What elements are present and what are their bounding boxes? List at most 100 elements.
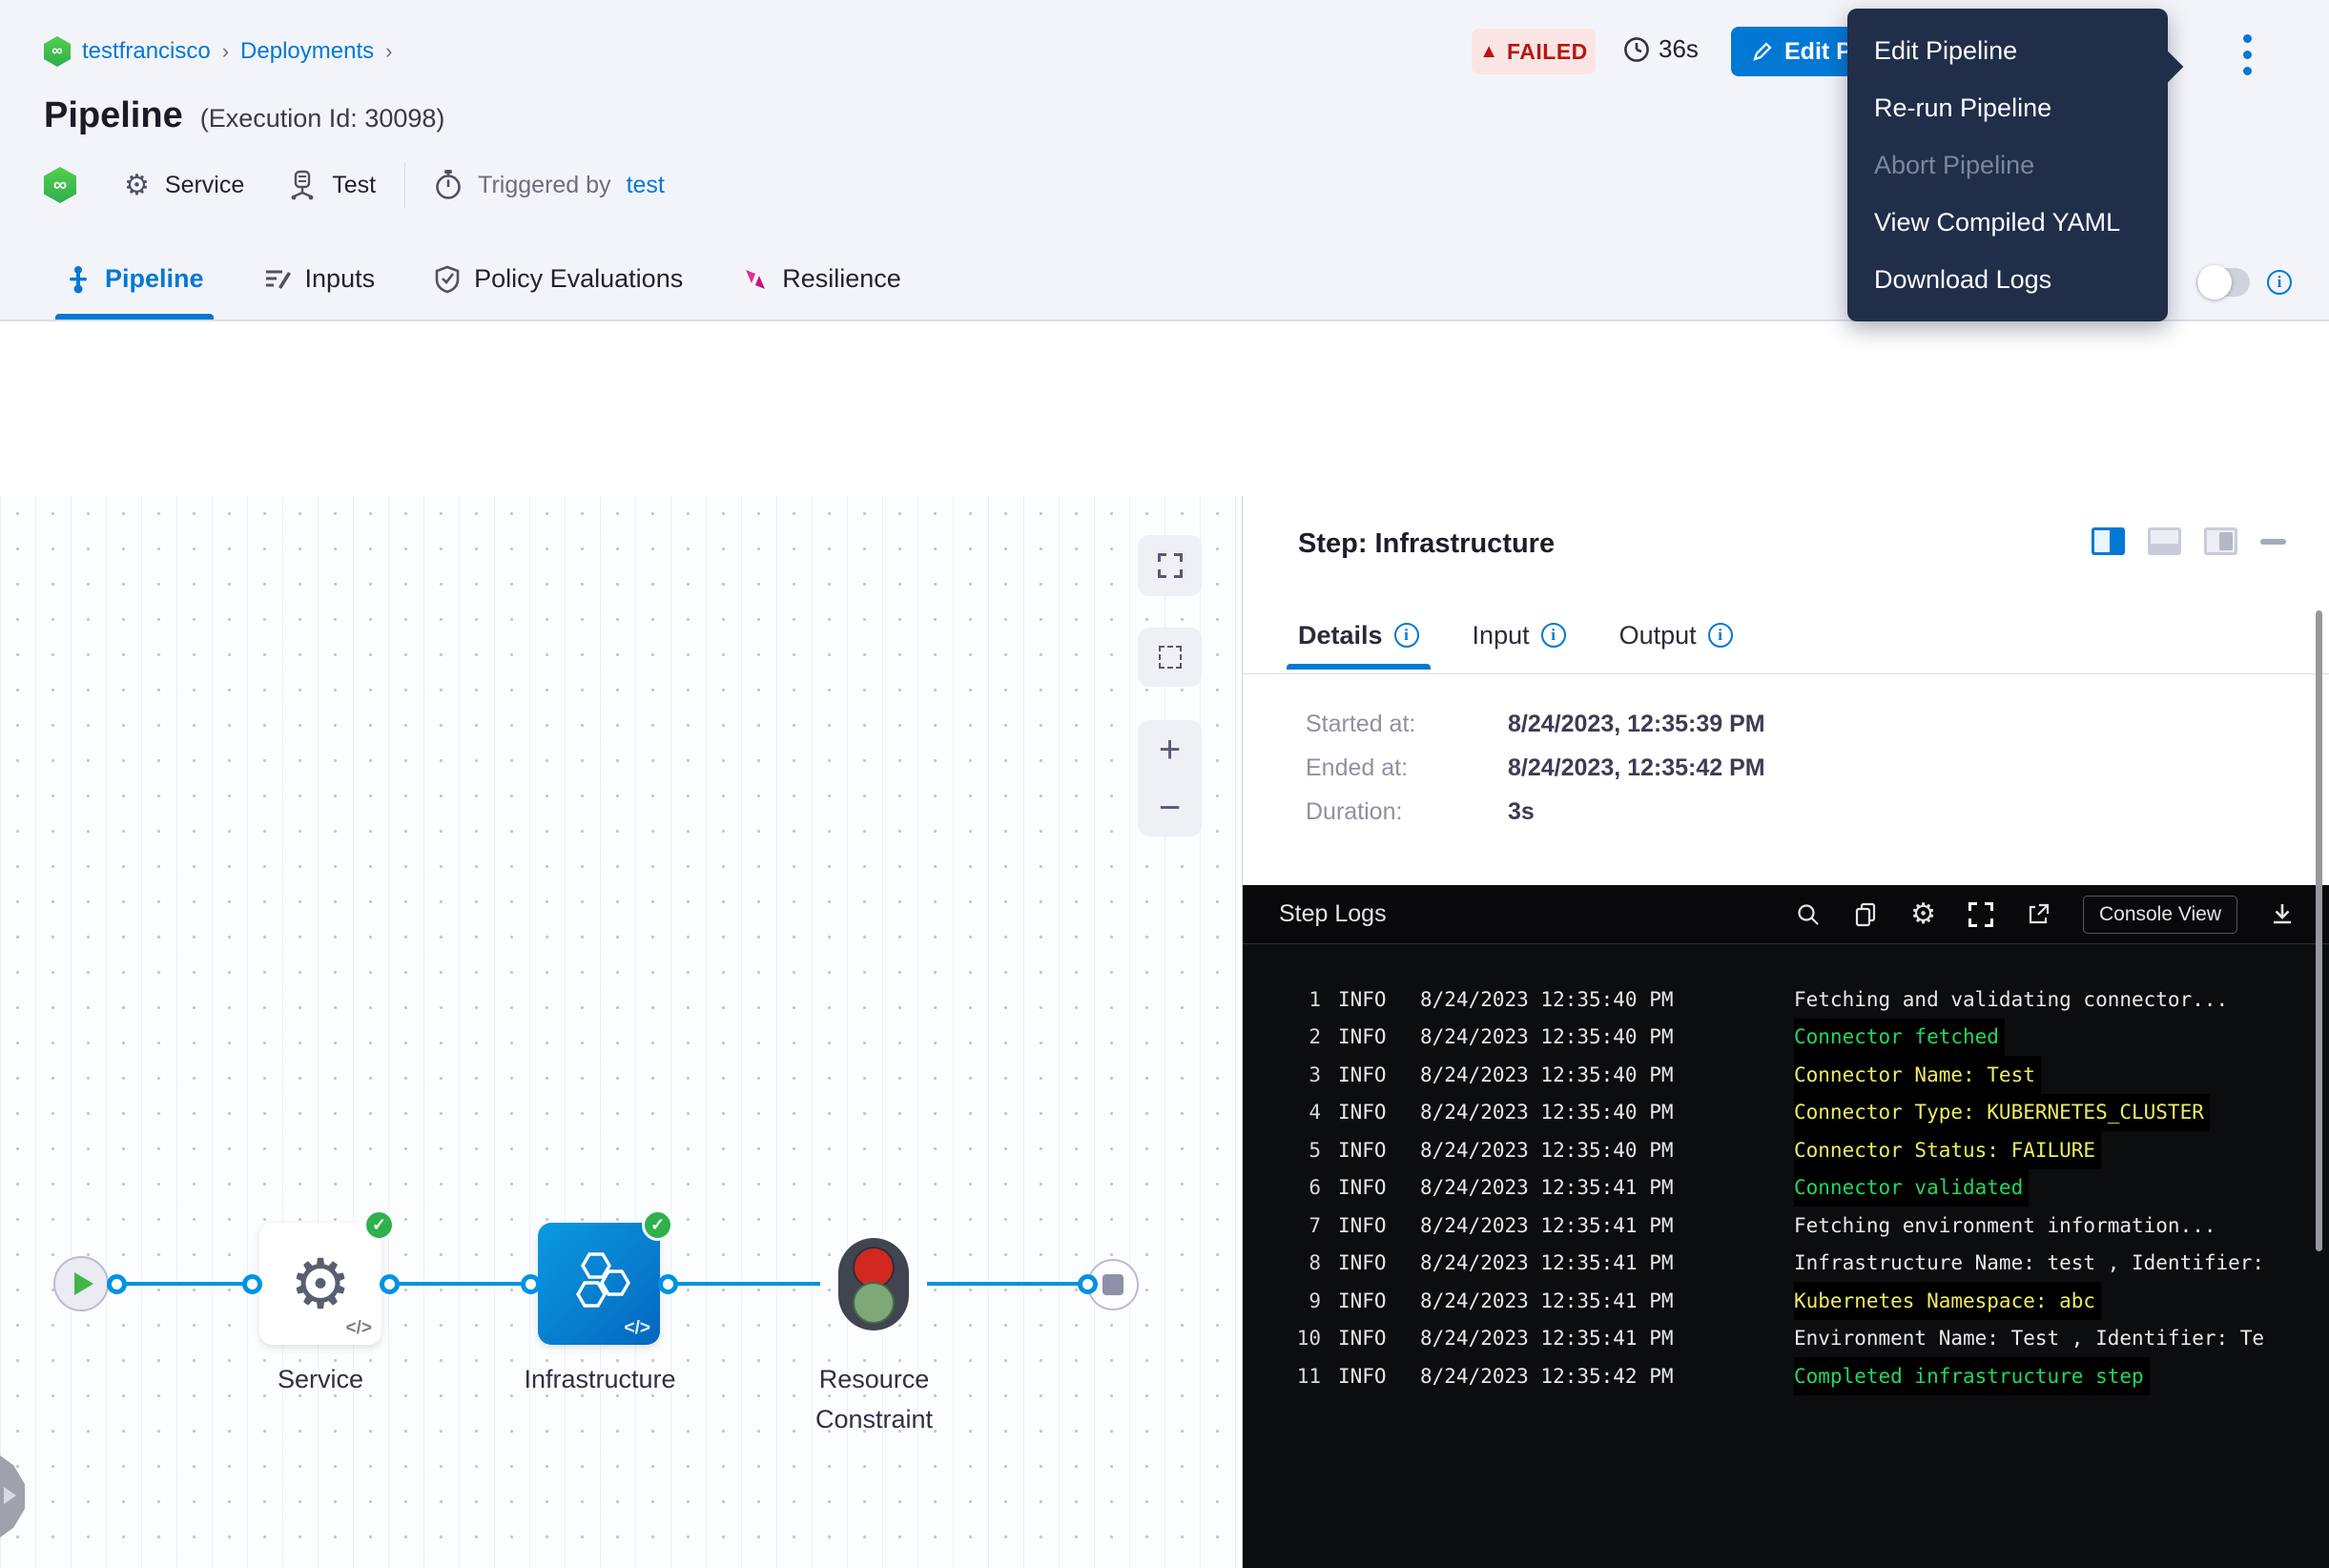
menu-item-abort-pipeline[interactable]: Abort Pipeline bbox=[1847, 136, 2168, 194]
breadcrumb-deployments-link[interactable]: Deployments bbox=[240, 38, 374, 65]
settings-gear-icon[interactable]: ⚙ bbox=[1910, 897, 1936, 931]
pipeline-tab-icon bbox=[65, 265, 92, 294]
triggered-by-user-link[interactable]: test bbox=[627, 172, 665, 199]
bottom-view-icon[interactable] bbox=[2148, 527, 2181, 555]
node-resource-constraint[interactable] bbox=[838, 1238, 909, 1331]
search-icon[interactable] bbox=[1796, 902, 1821, 927]
stage-summary-bar: deploy Started at: 8/24/2023, 12:35:11 P… bbox=[0, 321, 2329, 496]
field-started-at: Started at: 8/24/2023, 12:35:39 PM bbox=[1306, 711, 1765, 738]
step-detail-tabs: Detailsi Inputi Outputi bbox=[1298, 601, 1733, 670]
external-link-icon[interactable] bbox=[2026, 902, 2051, 927]
log-line: 10INFO8/24/2023 12:35:41 PMEnvironment N… bbox=[1243, 1320, 2329, 1358]
step-logs-panel: Step Logs ⚙ Console View 1INFO8/24/2023 … bbox=[1243, 885, 2329, 1568]
expand-fullscreen-icon[interactable] bbox=[1968, 902, 1993, 927]
menu-item-rerun-pipeline[interactable]: Re-run Pipeline bbox=[1847, 79, 2168, 136]
port bbox=[1078, 1274, 1098, 1294]
gear-icon: ⚙ bbox=[290, 1244, 352, 1324]
info-icon[interactable]: i bbox=[1541, 623, 1566, 648]
port bbox=[380, 1274, 400, 1294]
tab-inputs[interactable]: Inputs bbox=[263, 238, 376, 320]
warning-icon: ▲ bbox=[1479, 41, 1498, 63]
gear-icon: ⚙ bbox=[124, 169, 150, 202]
debug-toggle[interactable] bbox=[2196, 268, 2250, 297]
test-tag-label[interactable]: Test bbox=[332, 172, 376, 199]
start-node[interactable] bbox=[53, 1256, 109, 1311]
node-infrastructure[interactable]: ✓ </> bbox=[538, 1223, 660, 1345]
copy-icon[interactable] bbox=[1853, 901, 1878, 928]
check-icon: ✓ bbox=[363, 1209, 395, 1241]
multi-select-button[interactable] bbox=[1138, 628, 1202, 687]
menu-item-view-compiled-yaml[interactable]: View Compiled YAML bbox=[1847, 194, 2168, 251]
fit-to-screen-button[interactable] bbox=[1138, 535, 1202, 596]
policy-shield-icon bbox=[434, 265, 461, 294]
traffic-light-green bbox=[853, 1282, 895, 1324]
chevron-right-icon: › bbox=[385, 39, 392, 64]
pipeline-meta-row: ∞ ⚙ Service Test Triggered by test bbox=[44, 164, 665, 206]
log-line: 2INFO8/24/2023 12:35:40 PMConnector fetc… bbox=[1243, 1019, 2329, 1057]
download-icon[interactable] bbox=[2270, 902, 2295, 927]
kebab-menu-icon[interactable] bbox=[2243, 34, 2253, 75]
breadcrumb-project-link[interactable]: testfrancisco bbox=[82, 38, 211, 65]
page-title-row: Pipeline (Execution Id: 30098) bbox=[44, 95, 444, 136]
pipeline-canvas[interactable]: ⚙ ✓ </> ✓ </> Service Infrastructure Res… bbox=[0, 496, 1243, 1568]
info-icon[interactable]: i bbox=[1708, 623, 1733, 648]
menu-item-download-logs[interactable]: Download Logs bbox=[1847, 251, 2168, 308]
status-badge: ▲ FAILED bbox=[1472, 29, 1596, 74]
zoom-in-button[interactable]: + bbox=[1159, 731, 1181, 769]
field-duration: Duration: 3s bbox=[1306, 798, 1765, 826]
tab-output[interactable]: Outputi bbox=[1619, 601, 1733, 670]
minimize-icon[interactable] bbox=[2260, 539, 2286, 545]
split-view-icon[interactable] bbox=[2092, 527, 2125, 555]
resilience-tab-icon bbox=[742, 266, 769, 293]
info-icon[interactable]: i bbox=[2267, 270, 2292, 295]
node-service[interactable]: ⚙ ✓ </> bbox=[259, 1223, 381, 1345]
log-line: 7INFO8/24/2023 12:35:41 PMFetching envir… bbox=[1243, 1207, 2329, 1245]
pipeline-options-menu: Edit Pipeline Re-run Pipeline Abort Pipe… bbox=[1847, 9, 2168, 321]
node-label-resource-constraint: Resource Constraint bbox=[795, 1359, 953, 1439]
scrollbar[interactable] bbox=[2316, 610, 2322, 1251]
console-view-button[interactable]: Console View bbox=[2083, 896, 2237, 934]
code-icon: </> bbox=[625, 1318, 650, 1339]
log-line: 1INFO8/24/2023 12:35:40 PMFetching and v… bbox=[1243, 980, 2329, 1019]
divider bbox=[404, 162, 405, 208]
zoom-out-button[interactable]: − bbox=[1159, 789, 1181, 827]
tab-details[interactable]: Detailsi bbox=[1298, 601, 1419, 670]
log-line: 11INFO8/24/2023 12:35:42 PMCompleted inf… bbox=[1243, 1357, 2329, 1395]
step-logs-header: Step Logs ⚙ Console View bbox=[1243, 885, 2329, 944]
right-view-icon[interactable] bbox=[2204, 527, 2237, 555]
execution-id: (Execution Id: 30098) bbox=[200, 104, 445, 134]
service-tag-label[interactable]: Service bbox=[165, 172, 244, 199]
stopwatch-icon bbox=[434, 169, 463, 201]
edge-infra-constraint bbox=[666, 1282, 820, 1286]
log-line: 3INFO8/24/2023 12:35:40 PMConnector Name… bbox=[1243, 1056, 2329, 1094]
selection-icon bbox=[1159, 646, 1182, 669]
divider bbox=[1243, 673, 2329, 674]
fullscreen-icon bbox=[1158, 553, 1183, 578]
harness-logo-icon: ∞ bbox=[44, 36, 71, 67]
step-fields: Started at: 8/24/2023, 12:35:39 PM Ended… bbox=[1306, 711, 1765, 842]
tab-resilience[interactable]: Resilience bbox=[742, 238, 901, 320]
triggered-by-label: Triggered by bbox=[478, 172, 610, 199]
tab-pipeline[interactable]: Pipeline bbox=[65, 238, 204, 320]
step-logs-title: Step Logs bbox=[1279, 900, 1387, 928]
chevron-right-icon bbox=[4, 1487, 16, 1504]
harness-logo-icon: ∞ bbox=[44, 167, 76, 203]
total-duration: 36s bbox=[1623, 34, 1699, 64]
port bbox=[242, 1274, 262, 1294]
log-line: 6INFO8/24/2023 12:35:41 PMConnector vali… bbox=[1243, 1169, 2329, 1207]
port bbox=[107, 1274, 127, 1294]
node-label-service: Service bbox=[259, 1359, 381, 1399]
hexagons-icon bbox=[562, 1247, 636, 1321]
log-line: 4INFO8/24/2023 12:35:40 PMConnector Type… bbox=[1243, 1094, 2329, 1132]
info-icon[interactable]: i bbox=[1394, 623, 1419, 648]
node-label-infrastructure: Infrastructure bbox=[500, 1359, 700, 1399]
check-icon: ✓ bbox=[642, 1209, 673, 1241]
code-icon: </> bbox=[346, 1318, 372, 1339]
tab-policy-evaluations[interactable]: Policy Evaluations bbox=[434, 238, 683, 320]
edit-icon bbox=[1752, 41, 1773, 62]
tab-input[interactable]: Inputi bbox=[1473, 601, 1566, 670]
menu-item-edit-pipeline[interactable]: Edit Pipeline bbox=[1847, 22, 2168, 79]
log-lines[interactable]: 1INFO8/24/2023 12:35:40 PMFetching and v… bbox=[1243, 980, 2329, 1395]
log-line: 5INFO8/24/2023 12:35:40 PMConnector Stat… bbox=[1243, 1131, 2329, 1169]
log-line: 9INFO8/24/2023 12:35:41 PMKubernetes Nam… bbox=[1243, 1282, 2329, 1320]
